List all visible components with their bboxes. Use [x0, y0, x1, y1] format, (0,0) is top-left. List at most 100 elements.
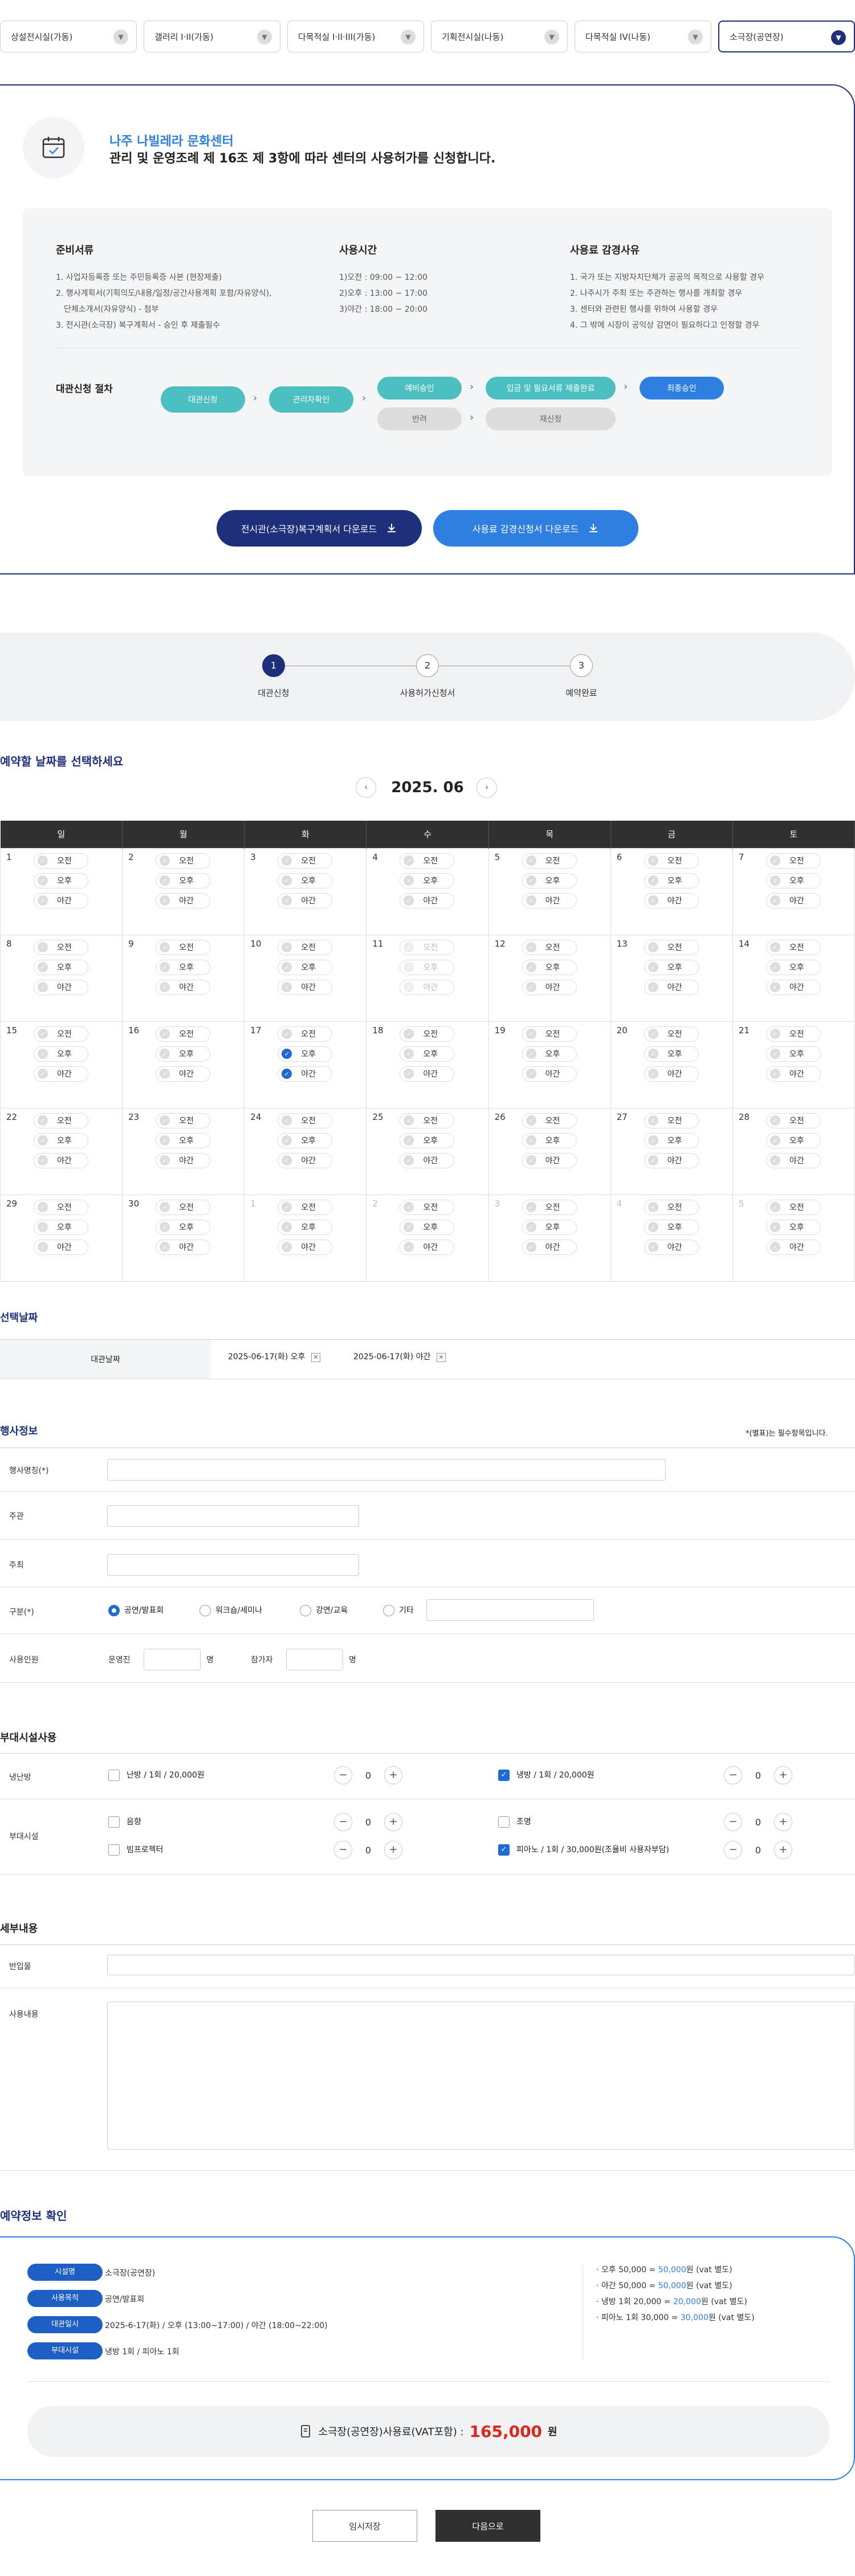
- time-slot-option[interactable]: ✓ 야간: [766, 1152, 821, 1168]
- time-slot-option[interactable]: ✓ 오후: [522, 1219, 577, 1235]
- time-slot-option[interactable]: ✓ 오후: [156, 1046, 211, 1062]
- event-name-input[interactable]: [107, 1459, 666, 1481]
- time-slot-option[interactable]: ✓ 오전: [522, 853, 577, 869]
- time-slot-option[interactable]: ✓ 오후: [156, 1132, 211, 1148]
- time-slot-option[interactable]: ✓ 오전: [278, 853, 333, 869]
- time-slot-option[interactable]: ✓ 야간: [278, 1239, 333, 1255]
- type-other-input[interactable]: [426, 1599, 594, 1621]
- next-button[interactable]: 다음으로: [435, 2510, 540, 2542]
- time-slot-option[interactable]: ✓ 오후: [156, 873, 211, 888]
- time-slot-option[interactable]: ✓ 오전: [400, 853, 455, 869]
- time-slot-option[interactable]: ✓ 오전: [156, 1026, 211, 1042]
- time-slot-option[interactable]: ✓ 오전: [156, 939, 211, 955]
- time-slot-option[interactable]: ✓ 오후: [522, 959, 577, 975]
- time-slot-option[interactable]: ✓ 야간: [522, 1066, 577, 1082]
- projector-stepper[interactable]: − 0 +: [334, 1841, 402, 1859]
- staff-count-input[interactable]: [144, 1649, 201, 1670]
- time-slot-option[interactable]: ✓ 오전: [34, 1199, 88, 1215]
- time-slot-option[interactable]: ✓ 오후: [644, 959, 699, 975]
- remove-date-icon[interactable]: ✕: [436, 1353, 446, 1362]
- entry-input[interactable]: [107, 1955, 855, 1975]
- minus-icon[interactable]: −: [334, 1766, 352, 1784]
- minus-icon[interactable]: −: [724, 1841, 742, 1859]
- time-slot-option[interactable]: ✓ 야간: [400, 1152, 455, 1168]
- time-slot-option[interactable]: ✓ 오후: [400, 873, 455, 888]
- cooling-stepper[interactable]: − 0 +: [724, 1766, 792, 1784]
- time-slot-option[interactable]: ✓ 오후: [644, 873, 699, 888]
- time-slot-option[interactable]: ✓ 야간: [766, 892, 821, 908]
- time-slot-option[interactable]: ✓ 오전: [400, 1112, 455, 1128]
- plus-icon[interactable]: +: [384, 1813, 402, 1831]
- heating-stepper[interactable]: − 0 +: [334, 1766, 402, 1784]
- time-slot-option[interactable]: ✓ 오후: [400, 1046, 455, 1062]
- time-slot-option[interactable]: ✓ 오전: [278, 1026, 333, 1042]
- time-slot-option[interactable]: ✓ 오후: [522, 1046, 577, 1062]
- time-slot-option[interactable]: ✓ 오후: [644, 1046, 699, 1062]
- time-slot-option[interactable]: ✓ 야간: [34, 1152, 88, 1168]
- host-input[interactable]: [107, 1505, 359, 1527]
- time-slot-option[interactable]: ✓ 오전: [644, 1199, 699, 1215]
- time-slot-option[interactable]: ✓ 야간: [644, 979, 699, 995]
- time-slot-option[interactable]: ✓ 야간: [400, 1239, 455, 1255]
- time-slot-option[interactable]: ✓ 야간: [522, 1239, 577, 1255]
- time-slot-option[interactable]: ✓ 야간: [400, 1066, 455, 1082]
- time-slot-option[interactable]: ✓ 오후: [278, 1219, 333, 1235]
- plus-icon[interactable]: +: [774, 1841, 792, 1859]
- time-slot-option[interactable]: ✓ 야간: [766, 979, 821, 995]
- time-slot-option[interactable]: ✓ 오후: [34, 959, 88, 975]
- time-slot-option[interactable]: ✓ 오후: [156, 1219, 211, 1235]
- next-month-button[interactable]: ›: [477, 777, 497, 798]
- piano-stepper[interactable]: − 0 +: [724, 1841, 792, 1859]
- time-slot-option[interactable]: ✓ 오후: [34, 1046, 88, 1062]
- time-slot-option[interactable]: ✓ 야간: [522, 892, 577, 908]
- time-slot-option[interactable]: ✓ 오후: [644, 1219, 699, 1235]
- time-slot-option[interactable]: ✓ 오전: [644, 1026, 699, 1042]
- time-slot-option[interactable]: ✓ 오후: [766, 873, 821, 888]
- time-slot-option[interactable]: ✓ 오전: [766, 939, 821, 955]
- time-slot-option[interactable]: ✓ 오전: [278, 939, 333, 955]
- time-slot-option[interactable]: ✓ 오전: [766, 1026, 821, 1042]
- time-slot-option[interactable]: ✓ 오전: [766, 1112, 821, 1128]
- download-restore-plan-button[interactable]: 전시관(소극장)복구계획서 다운로드: [217, 510, 422, 547]
- time-slot-option[interactable]: ✓ 오후: [278, 1132, 333, 1148]
- time-slot-option[interactable]: ✓ 오전: [34, 1112, 88, 1128]
- time-slot-option[interactable]: ✓ 야간: [644, 1152, 699, 1168]
- save-draft-button[interactable]: 임시저장: [312, 2510, 417, 2542]
- time-slot-option[interactable]: ✓ 야간: [278, 1152, 333, 1168]
- minus-icon[interactable]: −: [334, 1813, 352, 1831]
- time-slot-option[interactable]: ✓ 야간: [34, 1066, 88, 1082]
- tab-special-exhibition[interactable]: 기획전시실(나동) ▼: [431, 21, 568, 52]
- type-radio-other[interactable]: 기타: [383, 1604, 414, 1616]
- time-slot-option[interactable]: ✓ 오전: [522, 1026, 577, 1042]
- time-slot-option[interactable]: ✓ 오전: [522, 939, 577, 955]
- usage-textarea[interactable]: [107, 2002, 855, 2150]
- time-slot-option[interactable]: ✓ 야간: [156, 1239, 211, 1255]
- sound-checkbox[interactable]: 음향: [108, 1816, 141, 1828]
- time-slot-option[interactable]: ✓ 야간: [766, 1066, 821, 1082]
- remove-date-icon[interactable]: ✕: [311, 1353, 320, 1362]
- time-slot-option[interactable]: ✓ 오전: [400, 1199, 455, 1215]
- time-slot-option[interactable]: ✓ 야간: [278, 979, 333, 995]
- time-slot-option[interactable]: ✓ 오후: [766, 1219, 821, 1235]
- time-slot-option[interactable]: ✓ 야간: [156, 1066, 211, 1082]
- time-slot-option[interactable]: ✓ 오전: [156, 1199, 211, 1215]
- projector-checkbox[interactable]: 빔프로젝터: [108, 1844, 163, 1856]
- time-slot-option[interactable]: ✓ 오전: [522, 1112, 577, 1128]
- tab-permanent-exhibition[interactable]: 상설전시실(가동) ▼: [0, 21, 137, 52]
- time-slot-option[interactable]: ✓ 오후: [278, 1046, 333, 1062]
- lighting-stepper[interactable]: − 0 +: [724, 1813, 792, 1831]
- time-slot-option[interactable]: ✓ 야간: [156, 892, 211, 908]
- time-slot-option[interactable]: ✓ 야간: [644, 1066, 699, 1082]
- type-radio-lecture[interactable]: 강연/교육: [300, 1604, 348, 1616]
- time-slot-option[interactable]: ✓ 오후: [766, 959, 821, 975]
- time-slot-option[interactable]: ✓ 오후: [644, 1132, 699, 1148]
- time-slot-option[interactable]: ✓ 오후: [766, 1132, 821, 1148]
- time-slot-option[interactable]: ✓ 야간: [278, 1066, 333, 1082]
- time-slot-option[interactable]: ✓ 오후: [34, 873, 88, 888]
- time-slot-option[interactable]: ✓ 오전: [34, 1026, 88, 1042]
- tab-multipurpose-4[interactable]: 다목적실 IV(나동) ▼: [575, 21, 711, 52]
- sound-stepper[interactable]: − 0 +: [334, 1813, 402, 1831]
- plus-icon[interactable]: +: [384, 1766, 402, 1784]
- heating-checkbox[interactable]: 난방 / 1회 / 20,000원: [108, 1769, 205, 1781]
- time-slot-option[interactable]: ✓ 야간: [34, 1239, 88, 1255]
